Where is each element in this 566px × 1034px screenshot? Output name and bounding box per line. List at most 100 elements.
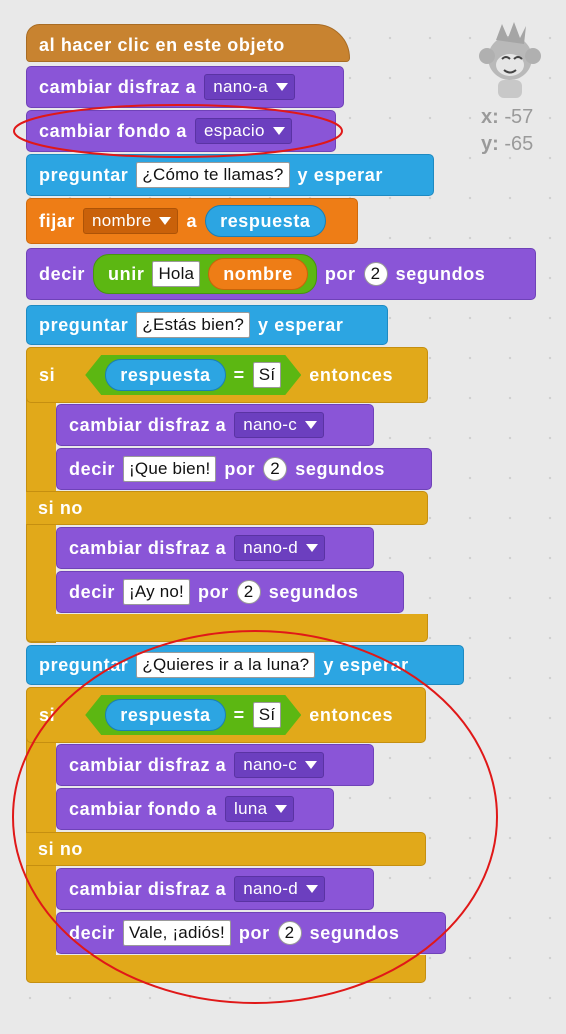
if-label: si <box>39 704 56 725</box>
question-input[interactable]: ¿Quieres ir a la luna? <box>136 652 316 678</box>
block-label: cambiar disfraz a <box>69 537 227 558</box>
ask-and-wait-block[interactable]: preguntar ¿Quieres ir a la luna? y esper… <box>26 645 464 685</box>
block-label: preguntar <box>39 654 129 675</box>
dropdown-value: nano-a <box>213 77 269 96</box>
equals-label: = <box>233 704 245 725</box>
backdrop-dropdown[interactable]: luna <box>225 796 295 822</box>
set-variable-block[interactable]: fijar nombre a respuesta <box>26 198 358 244</box>
message-input[interactable]: ¡Que bien! <box>123 456 217 482</box>
if-header[interactable]: si respuesta = Sí entonces <box>26 347 428 403</box>
equals-operator[interactable]: respuesta = Sí <box>85 355 301 395</box>
block-label: y esperar <box>323 654 409 675</box>
dropdown-arrow-icon <box>159 217 172 225</box>
block-label: cambiar fondo a <box>69 798 218 819</box>
equals-operator[interactable]: respuesta = Sí <box>85 695 301 735</box>
seconds-input[interactable]: 2 <box>277 921 302 945</box>
switch-costume-block[interactable]: cambiar disfraz a nano-c <box>56 744 374 786</box>
x-label: x: <box>481 106 499 128</box>
backdrop-dropdown[interactable]: espacio <box>195 118 292 144</box>
block-label: y esperar <box>297 164 384 185</box>
costume-dropdown[interactable]: nano-c <box>234 412 325 438</box>
block-label: y esperar <box>258 314 344 335</box>
switch-backdrop-block[interactable]: cambiar fondo a espacio <box>26 110 336 152</box>
switch-costume-block[interactable]: cambiar disfraz a nano-a <box>26 66 344 108</box>
if-label: si <box>39 364 56 385</box>
dropdown-arrow-icon <box>276 83 289 91</box>
if-header[interactable]: si respuesta = Sí entonces <box>26 687 426 743</box>
block-label: cambiar fondo a <box>39 120 188 141</box>
say-for-secs-block[interactable]: decir Vale, ¡adiós! por 2 segundos <box>56 912 446 954</box>
switch-backdrop-block[interactable]: cambiar fondo a luna <box>56 788 334 830</box>
block-label: decir <box>39 263 86 284</box>
seconds-input[interactable]: 2 <box>236 580 261 604</box>
when-sprite-clicked-hat-block[interactable]: al hacer clic en este objeto <box>26 24 350 62</box>
join-operator[interactable]: unir Hola nombre <box>93 254 317 294</box>
hat-label: al hacer clic en este objeto <box>39 34 285 55</box>
block-label: segundos <box>295 458 386 479</box>
ask-and-wait-block[interactable]: preguntar ¿Estás bien? y esperar <box>26 305 388 345</box>
block-label: segundos <box>268 581 359 602</box>
monkey-sprite-icon <box>479 22 541 98</box>
sprite-y-coord: y: -65 <box>481 133 533 156</box>
message-input[interactable]: Vale, ¡adiós! <box>123 920 231 946</box>
block-label: preguntar <box>39 164 129 185</box>
switch-costume-block[interactable]: cambiar disfraz a nano-d <box>56 527 374 569</box>
say-for-secs-block[interactable]: decir ¡Que bien! por 2 segundos <box>56 448 432 490</box>
dropdown-arrow-icon <box>305 421 318 429</box>
else-header[interactable]: si no <box>26 832 426 866</box>
block-label: fijar <box>39 210 76 231</box>
switch-costume-block[interactable]: cambiar disfraz a nano-c <box>56 404 374 446</box>
else-label: si no <box>38 497 84 518</box>
else-header[interactable]: si no <box>26 491 428 525</box>
dropdown-value: espacio <box>204 121 265 140</box>
say-for-secs-block[interactable]: decir ¡Ay no! por 2 segundos <box>56 571 404 613</box>
seconds-input[interactable]: 2 <box>263 457 288 481</box>
compare-input[interactable]: Sí <box>253 702 281 728</box>
block-label: por <box>197 581 229 602</box>
name-variable-reporter[interactable]: nombre <box>208 258 308 290</box>
x-value: -57 <box>504 106 534 128</box>
sprite-thumbnail[interactable] <box>472 10 548 100</box>
if-else-footer <box>26 614 428 642</box>
if-else-footer <box>26 955 426 983</box>
dropdown-value: nombre <box>92 211 152 230</box>
block-label: cambiar disfraz a <box>39 76 197 97</box>
block-label: cambiar disfraz a <box>69 414 227 435</box>
variable-dropdown[interactable]: nombre <box>83 208 179 234</box>
then-label: entonces <box>309 364 394 385</box>
dropdown-arrow-icon <box>306 544 319 552</box>
switch-costume-block[interactable]: cambiar disfraz a nano-d <box>56 868 374 910</box>
block-label: a <box>186 210 198 231</box>
join-label: unir <box>108 263 145 284</box>
answer-reporter[interactable]: respuesta <box>105 359 225 391</box>
costume-dropdown[interactable]: nano-d <box>234 876 326 902</box>
y-label: y: <box>481 133 499 155</box>
block-label: decir <box>69 581 116 602</box>
costume-dropdown[interactable]: nano-a <box>204 74 296 100</box>
y-value: -65 <box>504 133 534 155</box>
dropdown-value: nano-d <box>243 538 299 557</box>
question-input[interactable]: ¿Cómo te llamas? <box>136 162 290 188</box>
answer-reporter[interactable]: respuesta <box>105 699 225 731</box>
compare-input[interactable]: Sí <box>253 362 281 388</box>
costume-dropdown[interactable]: nano-d <box>234 535 326 561</box>
join-text-input[interactable]: Hola <box>152 261 201 287</box>
dropdown-arrow-icon <box>305 761 318 769</box>
question-input[interactable]: ¿Estás bien? <box>136 312 251 338</box>
message-input[interactable]: ¡Ay no! <box>123 579 190 605</box>
block-label: cambiar disfraz a <box>69 878 227 899</box>
answer-reporter[interactable]: respuesta <box>205 205 326 237</box>
block-label: decir <box>69 922 116 943</box>
say-for-secs-block[interactable]: decir unir Hola nombre por 2 segundos <box>26 248 536 300</box>
dropdown-value: nano-c <box>243 415 298 434</box>
block-label: preguntar <box>39 314 129 335</box>
dropdown-arrow-icon <box>272 127 285 135</box>
dropdown-arrow-icon <box>306 885 319 893</box>
else-label: si no <box>38 838 84 859</box>
block-label: segundos <box>309 922 400 943</box>
dropdown-value: nano-c <box>243 755 298 774</box>
sprite-x-coord: x: -57 <box>481 106 533 129</box>
ask-and-wait-block[interactable]: preguntar ¿Cómo te llamas? y esperar <box>26 154 434 196</box>
costume-dropdown[interactable]: nano-c <box>234 752 325 778</box>
seconds-input[interactable]: 2 <box>363 262 388 286</box>
